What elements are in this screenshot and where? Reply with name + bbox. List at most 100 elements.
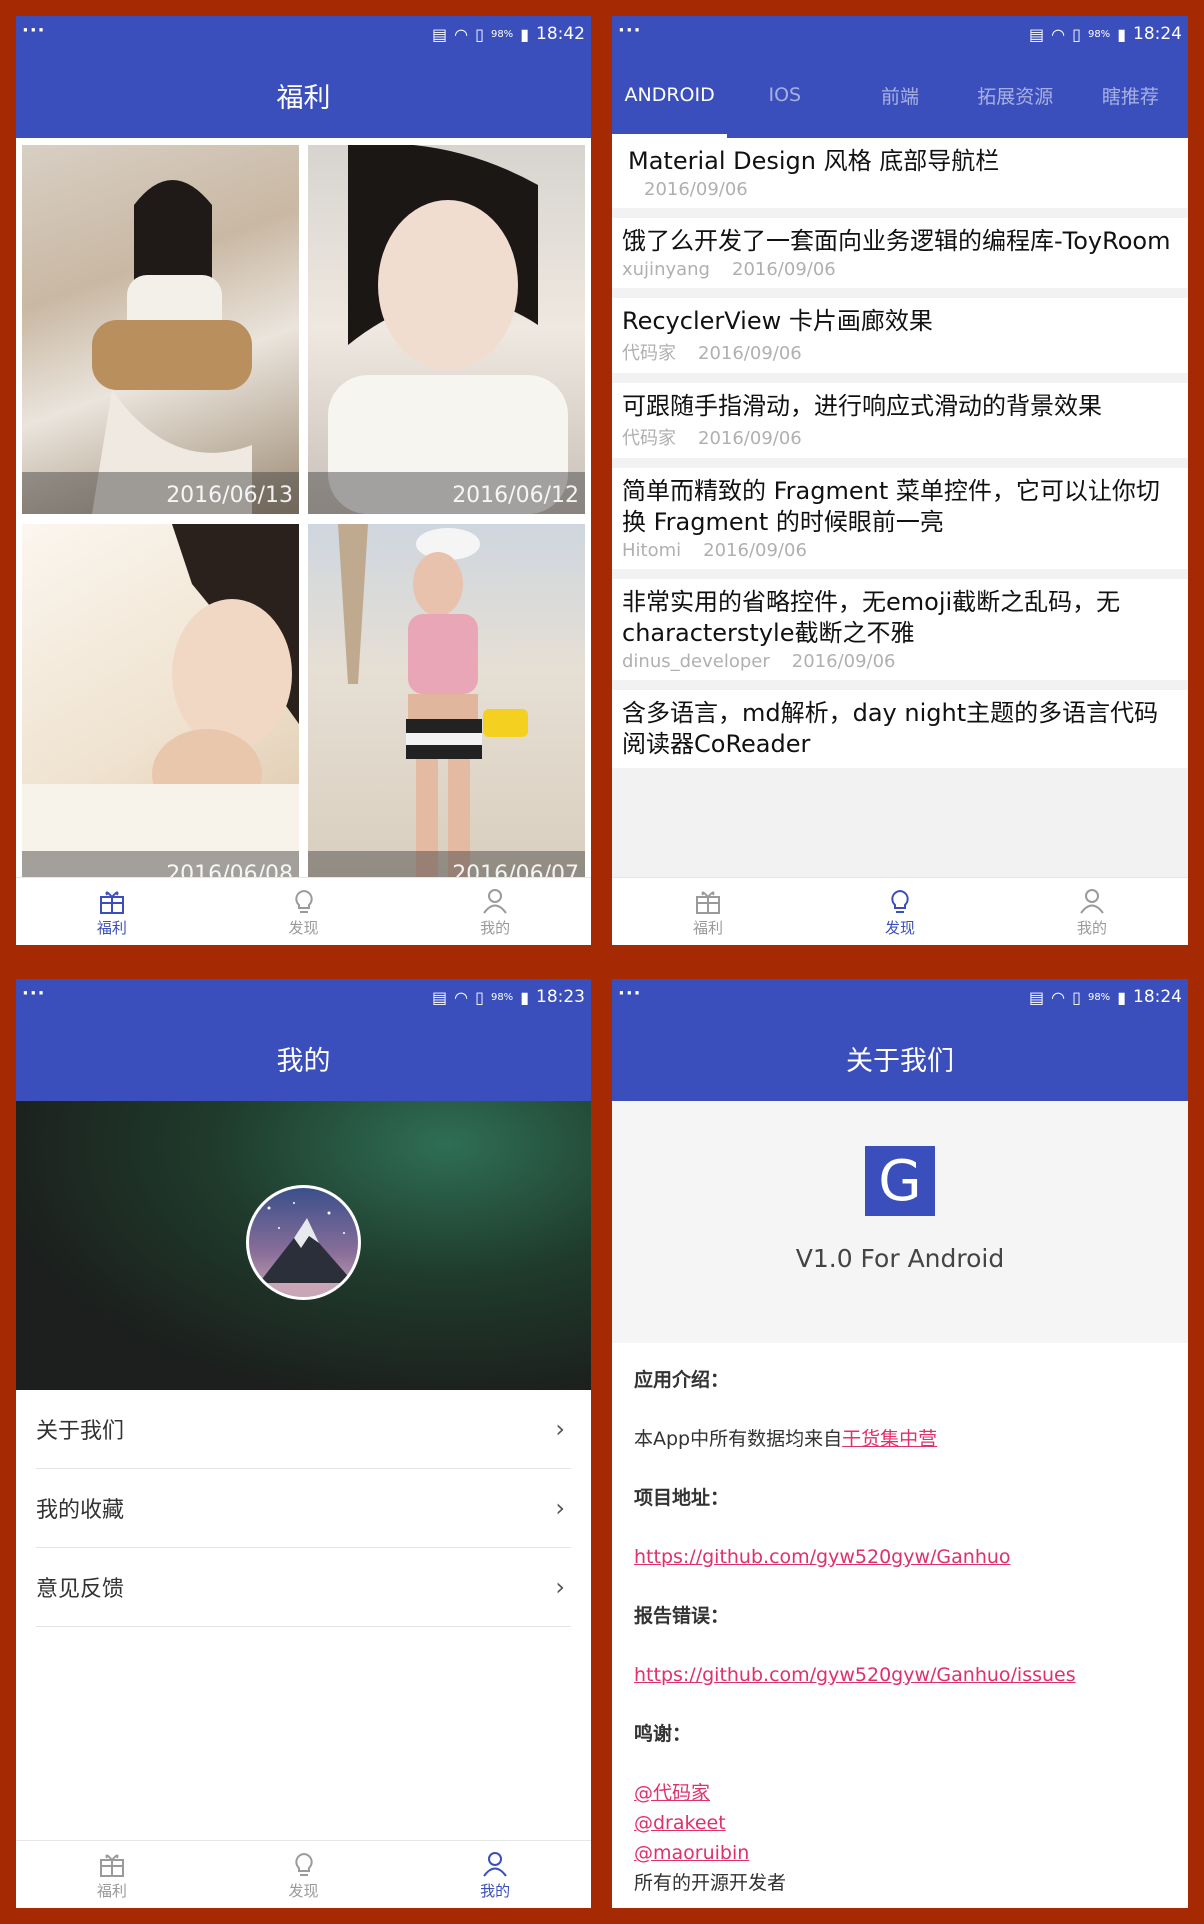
battery-icon: ▮ [520,24,529,44]
list-item[interactable]: 可跟随手指滑动，进行响应式滑动的背景效果 代码家 2016/09/06 [612,383,1188,458]
item-author: dinus_developer [622,651,770,672]
item-author: 代码家 [622,428,676,449]
status-bar: ··· ▤ ◠ ▯ 98% ▮ 18:24 [612,979,1188,1015]
item-date: 2016/09/06 [732,259,836,280]
nav-mine[interactable]: 我的 [399,1841,591,1908]
menu-feedback[interactable]: 意见反馈 › [36,1548,571,1627]
status-time: 18:23 [536,987,585,1007]
list-item[interactable]: Material Design 风格 底部导航栏 2016/09/06 [612,138,1188,208]
person-icon [483,1851,507,1877]
nav-discover[interactable]: 发现 [208,878,400,945]
welfare-screen: ··· ▤ ◠ ▯ 98% ▮ 18:42 福利 2016/06/13 2016… [16,16,591,945]
list-item[interactable]: RecyclerView 卡片画廊效果 代码家 2016/09/06 [612,298,1188,373]
status-bar: ··· ▤ ◠ ▯ 98% ▮ 18:24 [612,16,1188,52]
thanks-all: 所有的开源开发者 [634,1872,787,1894]
menu-label: 意见反馈 [36,1577,125,1602]
signal-icon: ▤ [1029,24,1045,44]
battery-text: 98% [490,991,514,1003]
nav-mine[interactable]: 我的 [996,878,1188,945]
photo-tile[interactable]: 2016/06/07 [308,524,585,893]
thanks-link[interactable]: @代码家 [634,1782,710,1804]
menu-label: 关于我们 [36,1419,125,1444]
list-item[interactable]: 简单而精致的 Fragment 菜单控件，它可以让你切换 Fragment 的时… [612,468,1188,569]
wifi-icon: ◠ [1051,987,1066,1007]
thanks-link[interactable]: @drakeet [634,1812,726,1834]
issues-heading: 报告错误： [634,1605,730,1627]
mine-screen: ··· ▤ ◠ ▯ 98% ▮ 18:23 我的 关于我们 › 我的收藏 › 意… [16,979,591,1908]
status-time: 18:24 [1133,24,1182,44]
more-dots-icon: ··· [618,983,642,1004]
item-title: 饿了么开发了一套面向业务逻辑的编程库-ToyRoom [622,227,1171,255]
item-title: 可跟随手指滑动，进行响应式滑动的背景效果 [622,392,1102,420]
item-author: xujinyang [622,259,710,280]
project-url-link[interactable]: https://github.com/gyw520gyw/Ganhuo [634,1546,1011,1568]
wifi-icon: ◠ [1051,24,1066,44]
nav-discover[interactable]: 发现 [208,1841,400,1908]
list-item[interactable]: 含多语言，md解析，day night主题的多语言代码阅读器CoReader [612,690,1188,768]
profile-banner [16,1101,591,1390]
nav-welfare[interactable]: 福利 [612,878,804,945]
discover-screen: ··· ▤ ◠ ▯ 98% ▮ 18:24 ANDROID IOS 前端 拓展资… [612,16,1188,945]
photo-tile[interactable]: 2016/06/12 [308,145,585,514]
photo-date: 2016/06/12 [452,483,579,508]
list-item[interactable]: 非常实用的省略控件，无emoji截断之乱码，无characterstyle截断之… [612,579,1188,680]
bottom-nav: 福利 发现 我的 [16,1840,591,1908]
person-icon [483,888,507,914]
item-date: 2016/09/06 [791,651,896,672]
tab-frontend[interactable]: 前端 [842,52,957,138]
menu-favorites[interactable]: 我的收藏 › [36,1469,571,1548]
person-icon [1080,888,1104,914]
nav-mine-label: 我的 [1076,918,1107,937]
battery-icon: ▮ [520,987,529,1007]
tab-resources[interactable]: 拓展资源 [958,52,1073,138]
photo-tile[interactable]: 2016/06/08 [22,524,299,893]
photo-image [92,180,252,514]
nav-welfare[interactable]: 福利 [16,1841,208,1908]
avatar[interactable] [246,1185,361,1300]
nav-welfare[interactable]: 福利 [16,878,208,945]
about-screen: ··· ▤ ◠ ▯ 98% ▮ 18:24 关于我们 G V1.0 For An… [612,979,1188,1908]
sim-icon: ▯ [475,987,484,1007]
category-tabs: ANDROID IOS 前端 拓展资源 瞎推荐 [612,52,1188,138]
item-date: 2016/09/06 [698,343,802,364]
nav-welfare-label: 福利 [692,918,723,937]
gank-link[interactable]: 干货集中营 [842,1428,937,1450]
photo-tile[interactable]: 2016/06/13 [22,145,299,514]
more-dots-icon: ··· [22,983,46,1004]
item-title: Material Design 风格 底部导航栏 [628,147,1000,175]
nav-discover-label: 发现 [288,918,319,937]
more-dots-icon: ··· [22,20,46,41]
thanks-link[interactable]: @maoruibin [634,1842,749,1864]
nav-mine-label: 我的 [480,918,511,937]
mountain-image [249,1202,358,1297]
battery-icon: ▮ [1117,24,1126,44]
profile-menu: 关于我们 › 我的收藏 › 意见反馈 › [36,1390,571,1627]
battery-text: 98% [1087,991,1111,1003]
project-heading: 项目地址： [634,1487,730,1509]
photo-grid: 2016/06/13 2016/06/12 2016/06/08 2016/06… [16,138,591,893]
tab-recommend[interactable]: 瞎推荐 [1073,52,1188,138]
gift-icon [99,890,124,914]
page-title: 福利 [16,52,591,138]
bottom-nav: 福利 发现 我的 [612,877,1188,945]
lightbulb-icon [294,1852,313,1876]
more-dots-icon: ··· [618,20,642,41]
lightbulb-icon [891,889,909,913]
nav-discover[interactable]: 发现 [804,878,996,945]
photo-image [328,145,568,514]
menu-about-us[interactable]: 关于我们 › [36,1390,571,1469]
tab-android[interactable]: ANDROID [612,52,728,138]
photo-image [22,524,299,893]
page-title: 我的 [16,1015,591,1101]
status-bar: ··· ▤ ◠ ▯ 98% ▮ 18:23 [16,979,591,1015]
list-item[interactable]: 饿了么开发了一套面向业务逻辑的编程库-ToyRoom xujinyang 2016… [612,218,1188,288]
nav-mine[interactable]: 我的 [399,878,591,945]
news-list: Material Design 风格 底部导航栏 2016/09/06 饿了么开… [612,138,1188,877]
tab-ios[interactable]: IOS [727,52,842,138]
gift-icon [696,890,720,914]
about-content: 应用介绍： 本App中所有数据均来自干货集中营 项目地址： https://gi… [634,1365,1164,1898]
item-title: 含多语言，md解析，day night主题的多语言代码阅读器CoReader [622,699,1159,758]
issues-url-link[interactable]: https://github.com/gyw520gyw/Ganhuo/issu… [634,1664,1076,1686]
sim-icon: ▯ [1072,24,1081,44]
nav-welfare-label: 福利 [96,1881,127,1900]
